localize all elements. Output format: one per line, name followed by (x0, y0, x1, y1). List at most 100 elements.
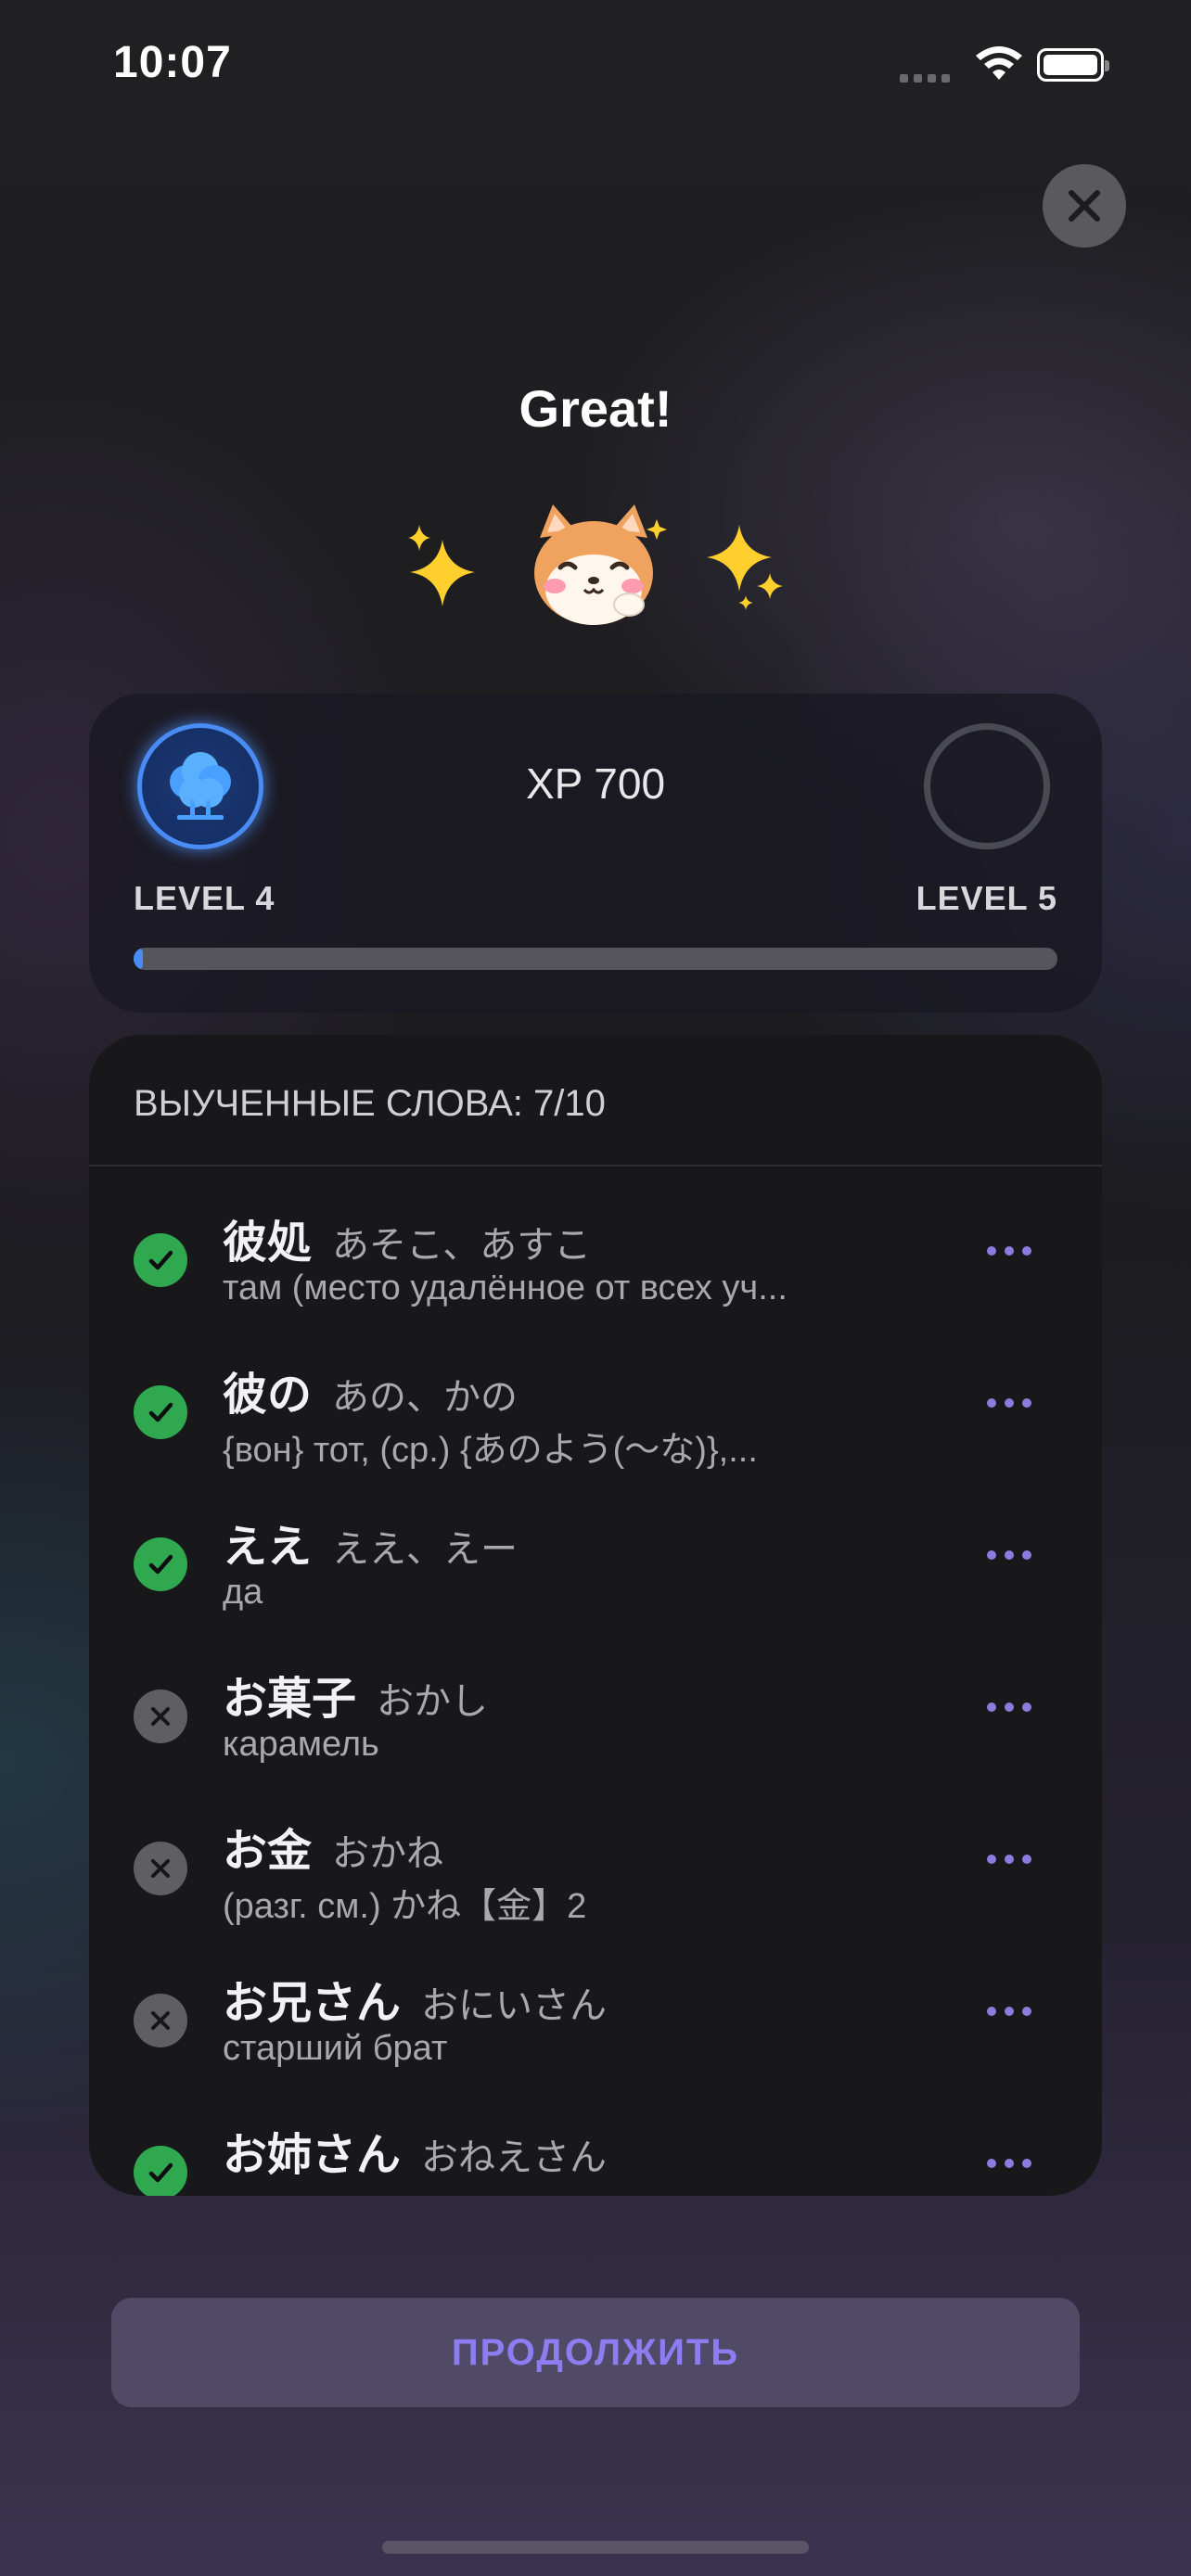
more-dot (987, 1855, 996, 1864)
word-reading: おねえさん (421, 2136, 608, 2179)
more-dot (1022, 1702, 1031, 1712)
more-dot (987, 2159, 996, 2168)
level-progress-card: XP 700 LEVEL 4 LEVEL 5 (89, 694, 1102, 1013)
current-level-label: LEVEL 4 (134, 879, 275, 917)
more-dot (987, 1246, 996, 1256)
divider (89, 1165, 1102, 1167)
close-icon (1069, 190, 1100, 222)
cellular-signal-icon (900, 74, 950, 83)
word-kanji: お姉さん (223, 2129, 402, 2181)
sparkles-icon (408, 525, 475, 606)
word-kanji: 彼処 (223, 1217, 313, 1269)
check-icon (148, 1250, 173, 1270)
status-time: 10:07 (113, 38, 232, 87)
page-title: Great! (519, 379, 672, 438)
word-reading: おにいさん (421, 1984, 608, 2027)
more-options-button[interactable] (987, 1246, 1031, 1256)
more-dot (1005, 1550, 1014, 1560)
more-dot (1022, 1246, 1031, 1256)
learned-words-header: ВЫУЧЕННЫЕ СЛОВА: 7/10 (134, 1083, 606, 1124)
word-heading: お兄さん おにいさん (223, 1966, 607, 2031)
word-translation: да (223, 1573, 263, 1612)
home-indicator (382, 2541, 809, 2554)
list-item[interactable]: お金 おかね (разг. см.) かね【金】2 (89, 1795, 1102, 1947)
next-level-label: LEVEL 5 (916, 879, 1057, 917)
word-reading: おかし (377, 1680, 489, 1723)
list-item[interactable]: お兄さん おにいさん старший брат (89, 1947, 1102, 2099)
word-reading: おかね (332, 1832, 444, 1875)
word-list[interactable]: 彼処 あそこ、あすこ там (место удалённое от всех уч… (89, 1187, 1102, 2196)
next-level-badge (924, 723, 1050, 849)
more-dot (1005, 1702, 1014, 1712)
more-options-button[interactable] (987, 1398, 1031, 1408)
more-dot (1005, 2007, 1014, 2016)
battery-icon (1037, 48, 1109, 82)
word-kanji: お兄さん (223, 1977, 402, 2029)
word-kanji: お金 (223, 1825, 313, 1877)
word-heading: お金 おかね (223, 1814, 443, 1879)
not-learned-status-icon (134, 1690, 187, 1743)
more-dot (1005, 2159, 1014, 2168)
learned-words-card[interactable]: ВЫУЧЕННЫЕ СЛОВА: 7/10 彼処 あそこ、あすこ там (мест… (89, 1035, 1102, 2196)
learned-status-icon (134, 2146, 187, 2196)
more-options-button[interactable] (987, 2159, 1031, 2168)
word-translation: {вон} тот, (ср.) {あのよう(～な)},... (223, 1431, 758, 1470)
more-options-button[interactable] (987, 2007, 1031, 2016)
sparkles-icon (707, 525, 783, 610)
more-dot (1005, 1246, 1014, 1256)
learned-status-icon (134, 1233, 187, 1287)
check-icon (148, 2162, 173, 2183)
more-options-button[interactable] (987, 1550, 1031, 1560)
word-reading: あそこ、あすこ (332, 1224, 592, 1267)
more-options-button[interactable] (987, 1855, 1031, 1864)
word-heading: ええ ええ、えー (223, 1510, 518, 1575)
more-dot (1022, 1855, 1031, 1864)
continue-button[interactable]: ПРОДОЛЖИТЬ (111, 2298, 1080, 2407)
word-reading: ええ、えー (332, 1528, 519, 1571)
word-heading: 彼処 あそこ、あすこ (223, 1205, 591, 1270)
more-dot (1005, 1398, 1014, 1408)
cross-icon (151, 2011, 170, 2030)
more-dot (1022, 1398, 1031, 1408)
shiba-cat-mascot-icon (534, 504, 667, 625)
word-heading: お姉さん おねえさん (223, 2118, 607, 2183)
level-progress-bar (134, 948, 1057, 970)
more-dot (1022, 2159, 1031, 2168)
more-dot (1005, 1855, 1014, 1864)
word-translation: там (место удалённое от всех уч... (223, 1269, 788, 1307)
list-item[interactable]: お姉さん おねえさん (89, 2099, 1102, 2196)
level-progress-fill (134, 948, 143, 970)
check-icon (148, 1402, 173, 1422)
learned-status-icon (134, 1537, 187, 1591)
wifi-icon (976, 46, 1022, 80)
list-item[interactable]: 彼処 あそこ、あすこ там (место удалённое от всех уч… (89, 1187, 1102, 1339)
word-translation: карамель (223, 1725, 379, 1764)
more-dot (1022, 1550, 1031, 1560)
not-learned-status-icon (134, 1842, 187, 1895)
more-options-button[interactable] (987, 1702, 1031, 1712)
check-icon (148, 1554, 173, 1575)
word-kanji: 彼の (223, 1369, 313, 1421)
cross-icon (151, 1859, 170, 1878)
word-heading: お菓子 おかし (223, 1662, 488, 1727)
more-dot (987, 1398, 996, 1408)
word-kanji: お菓子 (223, 1673, 357, 1725)
not-learned-status-icon (134, 1994, 187, 2047)
more-dot (1022, 2007, 1031, 2016)
more-dot (987, 2007, 996, 2016)
word-translation: (разг. см.) かね【金】2 (223, 1887, 587, 1926)
cross-icon (151, 1707, 170, 1726)
more-dot (987, 1702, 996, 1712)
word-heading: 彼の あの、かの (223, 1358, 518, 1422)
word-reading: あの、かの (332, 1376, 519, 1419)
list-item[interactable]: お菓子 おかし карамель (89, 1643, 1102, 1795)
word-kanji: ええ (223, 1521, 313, 1573)
close-button[interactable] (1043, 164, 1126, 248)
mascot-row (0, 501, 1191, 631)
more-dot (987, 1550, 996, 1560)
status-bar: 10:07 (0, 0, 1191, 130)
word-translation: старший брат (223, 2029, 448, 2068)
list-item[interactable]: ええ ええ、えー да (89, 1491, 1102, 1643)
learned-status-icon (134, 1385, 187, 1439)
list-item[interactable]: 彼の あの、かの {вон} тот, (ср.) {あのよう(～な)},... (89, 1339, 1102, 1491)
